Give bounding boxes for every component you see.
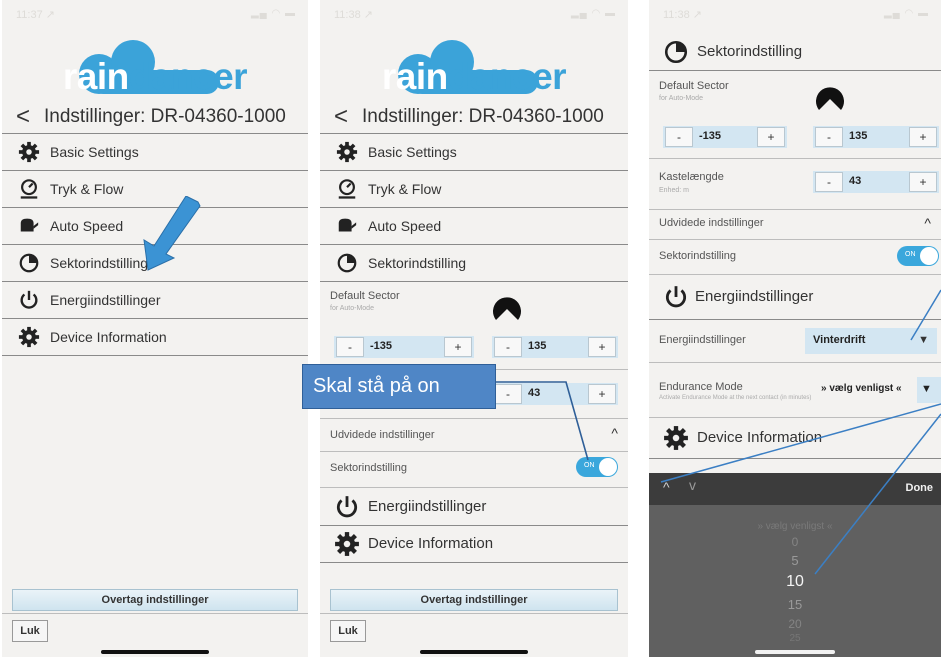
phone-screen-energy-settings: 11:38 ↗ ▂▄ ◠ ▬ Sektorindstilling Default…	[649, 0, 941, 657]
annotation-callout: Skal stå på on	[302, 364, 496, 409]
annotation-lines	[660, 289, 941, 575]
